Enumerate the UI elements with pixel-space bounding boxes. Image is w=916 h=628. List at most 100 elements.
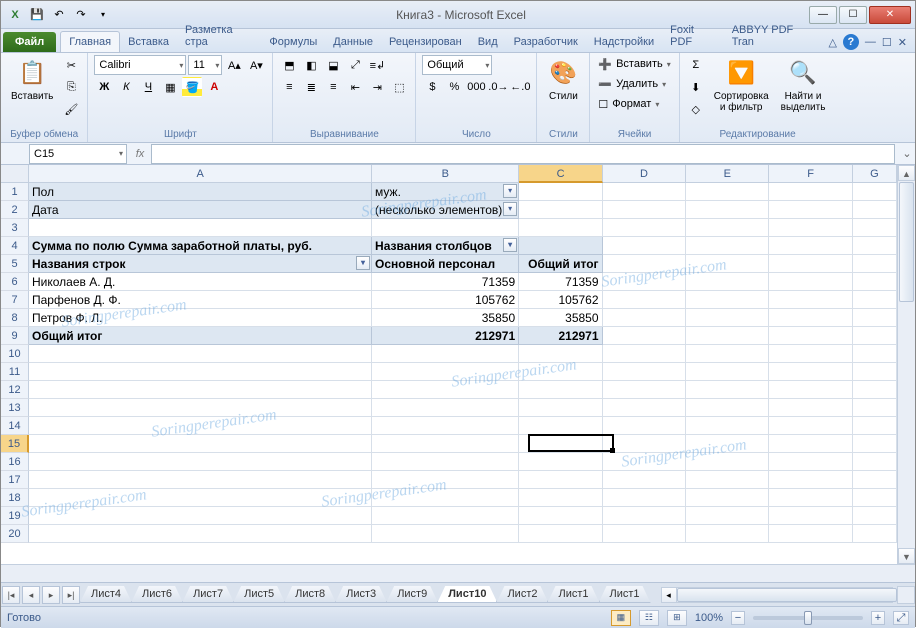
cell[interactable] — [603, 525, 686, 543]
row-header-5[interactable]: 5 — [1, 255, 29, 273]
scroll-left-icon[interactable]: ◂ — [661, 587, 677, 603]
increase-decimal-icon[interactable]: .0→ — [488, 77, 508, 97]
cut-icon[interactable]: ✂ — [61, 55, 81, 75]
cell[interactable] — [519, 525, 602, 543]
zoom-slider[interactable] — [753, 616, 863, 620]
cell[interactable] — [29, 381, 372, 399]
file-tab[interactable]: Файл — [3, 32, 56, 52]
cell[interactable] — [372, 381, 519, 399]
cell[interactable] — [372, 435, 519, 453]
row-header-7[interactable]: 7 — [1, 291, 29, 309]
cell[interactable] — [29, 345, 372, 363]
border-button[interactable]: ▦ — [160, 77, 180, 97]
find-select-button[interactable]: 🔍 Найти и выделить — [777, 55, 830, 115]
cell[interactable] — [372, 525, 519, 543]
cell[interactable] — [29, 435, 372, 453]
cell[interactable] — [29, 219, 372, 237]
column-header-E[interactable]: E — [686, 165, 769, 183]
window-close-icon[interactable]: ✕ — [898, 36, 907, 49]
wrap-text-icon[interactable]: ≡↲ — [367, 55, 387, 75]
filter-dropdown-icon[interactable]: ▾ — [503, 184, 517, 198]
cell[interactable] — [519, 435, 602, 453]
cell[interactable] — [686, 273, 769, 291]
cell[interactable] — [769, 363, 852, 381]
cell[interactable] — [853, 345, 897, 363]
cell[interactable]: Парфенов Д. Ф. — [29, 291, 372, 309]
cell[interactable]: 71359 — [372, 273, 519, 291]
cell[interactable] — [686, 255, 769, 273]
undo-icon[interactable]: ↶ — [49, 5, 69, 25]
cell[interactable] — [372, 219, 519, 237]
cell[interactable] — [519, 489, 602, 507]
cell[interactable] — [519, 381, 602, 399]
font-size-combo[interactable]: 11 — [188, 55, 222, 75]
align-center-icon[interactable]: ≣ — [301, 77, 321, 97]
cell[interactable] — [853, 507, 897, 525]
select-all-corner[interactable] — [1, 165, 29, 183]
column-header-A[interactable]: A — [29, 165, 372, 183]
page-layout-view-icon[interactable]: ☷ — [639, 610, 659, 626]
cell[interactable] — [29, 453, 372, 471]
row-header-17[interactable]: 17 — [1, 471, 29, 489]
cell[interactable] — [603, 399, 686, 417]
cell[interactable]: 71359 — [519, 273, 602, 291]
help-icon[interactable]: ? — [843, 34, 859, 50]
cell[interactable] — [29, 417, 372, 435]
cell[interactable] — [853, 471, 897, 489]
cell[interactable] — [686, 525, 769, 543]
cell[interactable] — [686, 489, 769, 507]
sheet-tab[interactable]: Лист4 — [80, 586, 132, 603]
row-header-14[interactable]: 14 — [1, 417, 29, 435]
sort-filter-button[interactable]: 🔽 Сортировка и фильтр — [710, 55, 773, 115]
cell[interactable]: 105762 — [372, 291, 519, 309]
sheet-tab[interactable]: Лист8 — [284, 586, 336, 603]
cell[interactable] — [769, 255, 852, 273]
tab-page-layout[interactable]: Разметка стра — [177, 20, 261, 52]
cell[interactable] — [519, 471, 602, 489]
cell[interactable] — [603, 345, 686, 363]
cell[interactable] — [519, 345, 602, 363]
vscroll-thumb[interactable] — [899, 182, 914, 302]
fill-icon[interactable]: ⬇ — [686, 77, 706, 97]
cell[interactable] — [686, 435, 769, 453]
cell[interactable] — [769, 183, 852, 201]
sheet-tab[interactable]: Лист6 — [131, 586, 183, 603]
sheet-nav-last-icon[interactable]: ▸| — [62, 586, 80, 604]
sheet-tab[interactable]: Лист1 — [547, 586, 599, 603]
cell[interactable] — [769, 291, 852, 309]
sheet-tab[interactable]: Лист7 — [182, 586, 234, 603]
paste-button[interactable]: 📋 Вставить — [7, 55, 57, 104]
cell[interactable] — [686, 417, 769, 435]
bold-button[interactable]: Ж — [94, 77, 114, 97]
cell[interactable] — [519, 201, 602, 219]
cell[interactable] — [686, 363, 769, 381]
cell[interactable] — [853, 273, 897, 291]
column-header-D[interactable]: D — [603, 165, 686, 183]
cell[interactable] — [769, 237, 852, 255]
filter-dropdown-icon[interactable]: ▾ — [503, 238, 517, 252]
cell[interactable] — [372, 471, 519, 489]
qat-customize-icon[interactable]: ▾ — [93, 5, 113, 25]
tab-foxit[interactable]: Foxit PDF — [662, 20, 724, 52]
cell[interactable] — [769, 453, 852, 471]
sheet-tab[interactable]: Лист2 — [496, 586, 548, 603]
cell[interactable]: Николаев А. Д. — [29, 273, 372, 291]
cell[interactable] — [769, 219, 852, 237]
cell[interactable] — [603, 507, 686, 525]
cell[interactable] — [29, 525, 372, 543]
cell[interactable] — [769, 201, 852, 219]
cell[interactable] — [853, 363, 897, 381]
column-header-C[interactable]: C — [519, 165, 602, 183]
cell[interactable] — [853, 417, 897, 435]
sheet-tab[interactable]: Лист3 — [335, 586, 387, 603]
cell[interactable]: Общий итог — [519, 255, 602, 273]
cell[interactable] — [519, 453, 602, 471]
cell[interactable] — [686, 471, 769, 489]
cell[interactable] — [686, 219, 769, 237]
cell[interactable] — [603, 201, 686, 219]
font-color-button[interactable]: A — [204, 77, 224, 97]
horizontal-scrollbar[interactable]: ◂ ▸ — [661, 587, 893, 603]
align-bottom-icon[interactable]: ⬓ — [323, 55, 343, 75]
cell[interactable] — [519, 417, 602, 435]
minimize-ribbon-icon[interactable]: △ — [828, 36, 836, 49]
